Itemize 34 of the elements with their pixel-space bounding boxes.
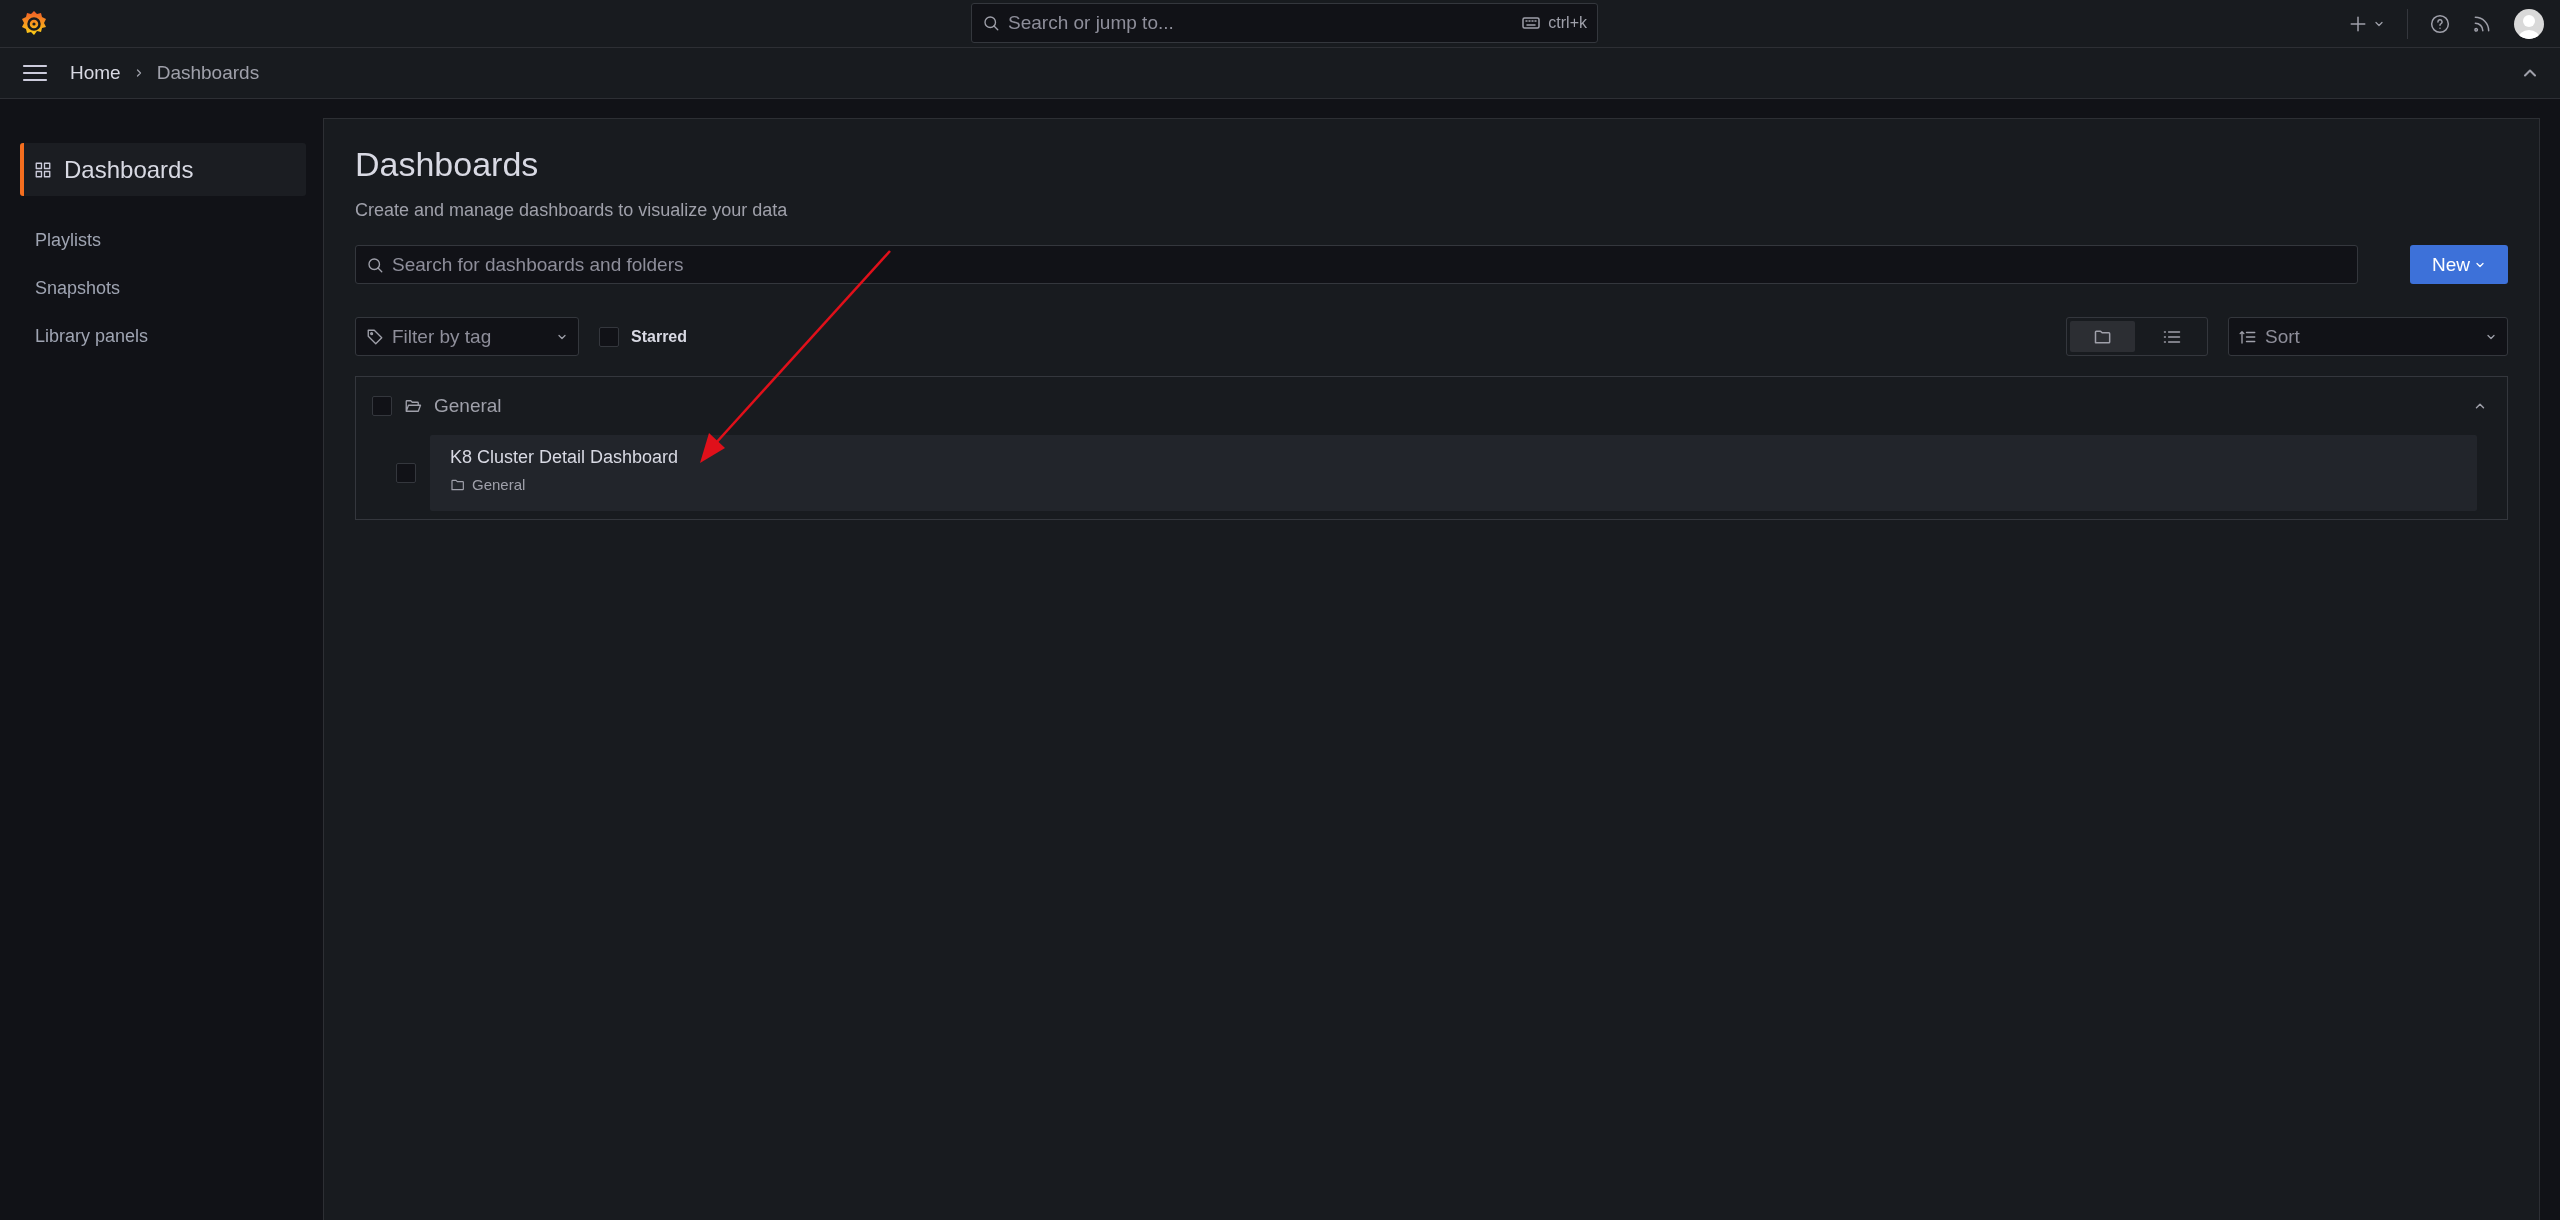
- keyboard-icon: [1522, 16, 1541, 30]
- dashboard-card[interactable]: K8 Cluster Detail Dashboard General: [430, 435, 2477, 511]
- plus-icon: [2349, 14, 2367, 33]
- sidebar-item[interactable]: Dashboards: [20, 143, 306, 196]
- sidebar-item[interactable]: Playlists: [20, 216, 306, 264]
- starred-checkbox[interactable]: [599, 326, 619, 347]
- dashboard-folder: General: [472, 476, 526, 493]
- starred-label: Starred: [631, 327, 688, 346]
- tag-icon: [366, 327, 384, 346]
- grid-icon: [34, 160, 52, 179]
- breadcrumb-link[interactable]: Home: [70, 62, 121, 84]
- tag-filter-select[interactable]: Filter by tag: [355, 317, 579, 356]
- sidebar-item[interactable]: Library panels: [20, 312, 306, 360]
- page-subtitle: Create and manage dashboards to visualize your data: [355, 200, 789, 221]
- search-icon: [366, 255, 384, 274]
- breadcrumb-link[interactable]: Dashboards: [156, 62, 260, 84]
- folder-name[interactable]: General: [434, 395, 502, 417]
- folder-checkbox[interactable]: [372, 396, 392, 416]
- search-icon: [982, 14, 1000, 32]
- menu-icon[interactable]: [22, 63, 48, 83]
- folder-icon: [404, 397, 422, 415]
- dashboard-title: K8 Cluster Detail Dashboard: [450, 447, 680, 468]
- search-field[interactable]: Search or jump to... ctrl+k: [971, 3, 1598, 43]
- new-button[interactable]: New: [2410, 245, 2508, 284]
- sidebar-item[interactable]: Snapshots: [20, 264, 306, 312]
- page-title: Dashboards: [355, 145, 540, 184]
- add-button[interactable]: [2349, 14, 2385, 33]
- dashboard-checkbox[interactable]: [396, 463, 416, 483]
- view-mode-button[interactable]: [2070, 321, 2135, 352]
- search-field[interactable]: Search for dashboards and folders: [355, 245, 2358, 284]
- user-avatar[interactable]: [2514, 8, 2544, 39]
- shortcut-hint: ctrl+k: [1548, 14, 1587, 32]
- sort-select[interactable]: Sort: [2228, 317, 2508, 356]
- help-icon[interactable]: [2430, 13, 2450, 34]
